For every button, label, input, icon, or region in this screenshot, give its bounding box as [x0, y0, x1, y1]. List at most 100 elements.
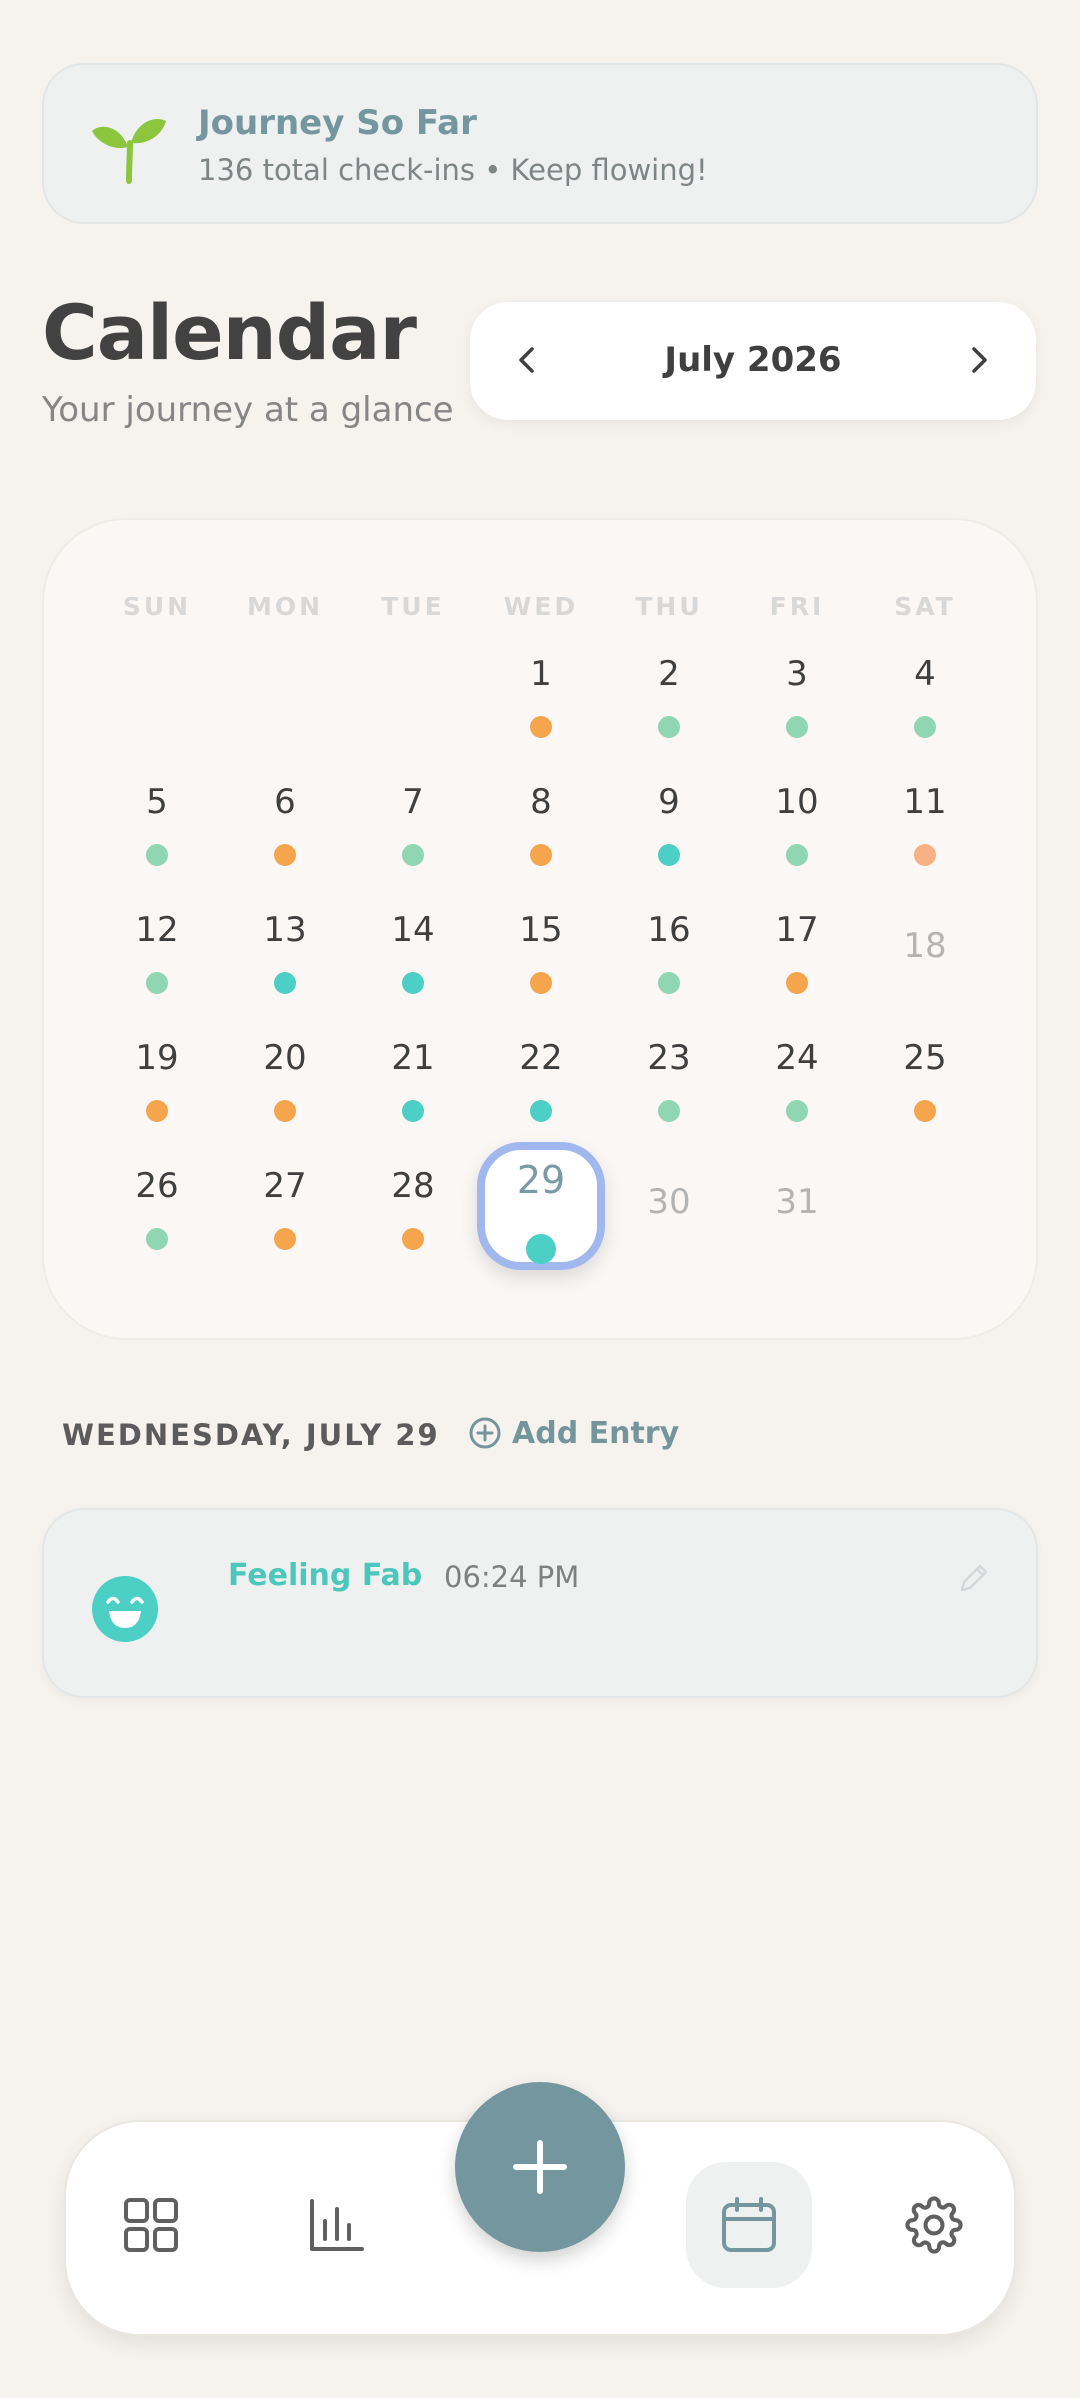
mood-dot	[914, 1100, 936, 1122]
calendar-day-number: 9	[658, 782, 680, 822]
stats-icon	[310, 2199, 364, 2251]
calendar-day-number: 20	[263, 1038, 307, 1078]
mood-dot	[786, 1100, 808, 1122]
calendar-day[interactable]: 13	[221, 874, 349, 1002]
calendar-day[interactable]: 14	[349, 874, 477, 1002]
calendar-day[interactable]: 15	[477, 874, 605, 1002]
calendar-day-number: 12	[135, 910, 179, 950]
calendar-day[interactable]: 31	[733, 1130, 861, 1258]
calendar-day-number: 14	[391, 910, 435, 950]
calendar-day[interactable]: 1	[477, 618, 605, 746]
calendar-day[interactable]: 19	[93, 1002, 221, 1130]
calendar-day[interactable]: 26	[93, 1130, 221, 1258]
calendar-day[interactable]: 7	[349, 746, 477, 874]
calendar-day[interactable]: 5	[93, 746, 221, 874]
entry-time: 06:24 PM	[444, 1560, 580, 1594]
calendar-day-number: 27	[263, 1166, 307, 1206]
calendar-day[interactable]: 27	[221, 1130, 349, 1258]
mood-dot	[402, 1100, 424, 1122]
calendar-day-number: 30	[647, 1182, 691, 1222]
calendar-day[interactable]: 3	[733, 618, 861, 746]
mood-dot	[658, 844, 680, 866]
calendar-day-number: 22	[519, 1038, 563, 1078]
mood-dot	[402, 972, 424, 994]
calendar-day[interactable]: 21	[349, 1002, 477, 1130]
calendar-day[interactable]: 22	[477, 1002, 605, 1130]
mood-dot	[274, 844, 296, 866]
calendar-icon	[722, 2197, 776, 2252]
nav-stats[interactable]	[273, 2162, 399, 2288]
mood-dot	[786, 844, 808, 866]
calendar-day[interactable]: 4	[861, 618, 989, 746]
add-checkin-fab[interactable]	[455, 2082, 625, 2252]
calendar-day-number: 7	[402, 782, 424, 822]
weekday-label: TUE	[381, 592, 445, 621]
calendar-day-number: 25	[903, 1038, 947, 1078]
calendar-day[interactable]: 12	[93, 874, 221, 1002]
calendar-day[interactable]: 28	[349, 1130, 477, 1258]
calendar-day[interactable]: 23	[605, 1002, 733, 1130]
mood-dot	[146, 1100, 168, 1122]
mood-dot	[658, 972, 680, 994]
mood-dot	[274, 972, 296, 994]
entry-mood-label: Feeling Fab	[228, 1558, 423, 1593]
journey-title: Journey So Far	[198, 103, 477, 143]
plus-icon	[513, 2140, 567, 2194]
calendar-day[interactable]: 17	[733, 874, 861, 1002]
calendar-day[interactable]: 18	[861, 874, 989, 1002]
pencil-icon[interactable]	[956, 1560, 992, 1596]
entry-card[interactable]: Feeling Fab 06:24 PM	[42, 1508, 1038, 1698]
add-entry-button[interactable]: Add Entry	[468, 1412, 679, 1454]
calendar-day[interactable]: 6	[221, 746, 349, 874]
nav-dashboard[interactable]	[88, 2162, 214, 2288]
calendar-day-number: 28	[391, 1166, 435, 1206]
calendar-day-selected[interactable]: 29	[477, 1130, 605, 1270]
mood-dot	[530, 716, 552, 738]
calendar-day-number: 10	[775, 782, 819, 822]
selected-date-heading: WEDNESDAY, JULY 29	[62, 1418, 440, 1452]
calendar-day-number: 4	[914, 654, 936, 694]
calendar-day[interactable]: 9	[605, 746, 733, 874]
mood-dot	[526, 1234, 556, 1264]
mood-dot	[146, 972, 168, 994]
calendar-day-number: 29	[516, 1158, 566, 1202]
page-title: Calendar	[42, 288, 417, 377]
mood-dot	[786, 716, 808, 738]
grin-face-icon	[92, 1576, 158, 1642]
plus-circle-icon	[469, 1417, 501, 1449]
next-month-button[interactable]	[950, 332, 1006, 388]
calendar-day-number: 24	[775, 1038, 819, 1078]
calendar-day[interactable]: 2	[605, 618, 733, 746]
calendar-day[interactable]: 20	[221, 1002, 349, 1130]
mood-dot	[146, 1228, 168, 1250]
nav-settings[interactable]	[871, 2162, 997, 2288]
calendar-day[interactable]: 24	[733, 1002, 861, 1130]
nav-calendar[interactable]	[686, 2162, 812, 2288]
calendar-day[interactable]: 25	[861, 1002, 989, 1130]
mood-dot	[274, 1100, 296, 1122]
weekday-label: SAT	[894, 592, 956, 621]
calendar-day-number: 31	[775, 1182, 819, 1222]
calendar-day-number: 19	[135, 1038, 179, 1078]
mood-dot	[530, 844, 552, 866]
calendar-day[interactable]: 10	[733, 746, 861, 874]
mood-dot	[658, 716, 680, 738]
mood-dot	[146, 844, 168, 866]
calendar-day-number: 21	[391, 1038, 435, 1078]
weekday-label: WED	[503, 592, 579, 621]
calendar-day[interactable]: 16	[605, 874, 733, 1002]
weekday-label: SUN	[122, 592, 192, 621]
calendar-day-number: 23	[647, 1038, 691, 1078]
calendar-day-number: 11	[903, 782, 947, 822]
chevron-right-icon	[972, 347, 987, 373]
calendar-day-number: 1	[530, 654, 552, 694]
calendar-day[interactable]: 8	[477, 746, 605, 874]
calendar-day-number: 8	[530, 782, 552, 822]
calendar-day[interactable]: 11	[861, 746, 989, 874]
settings-icon	[905, 2196, 963, 2254]
mood-dot	[914, 716, 936, 738]
calendar-day-number: 18	[903, 926, 947, 966]
journey-subtitle: 136 total check-ins • Keep flowing!	[198, 153, 708, 187]
calendar-day-number: 5	[146, 782, 168, 822]
calendar-day[interactable]: 30	[605, 1130, 733, 1258]
